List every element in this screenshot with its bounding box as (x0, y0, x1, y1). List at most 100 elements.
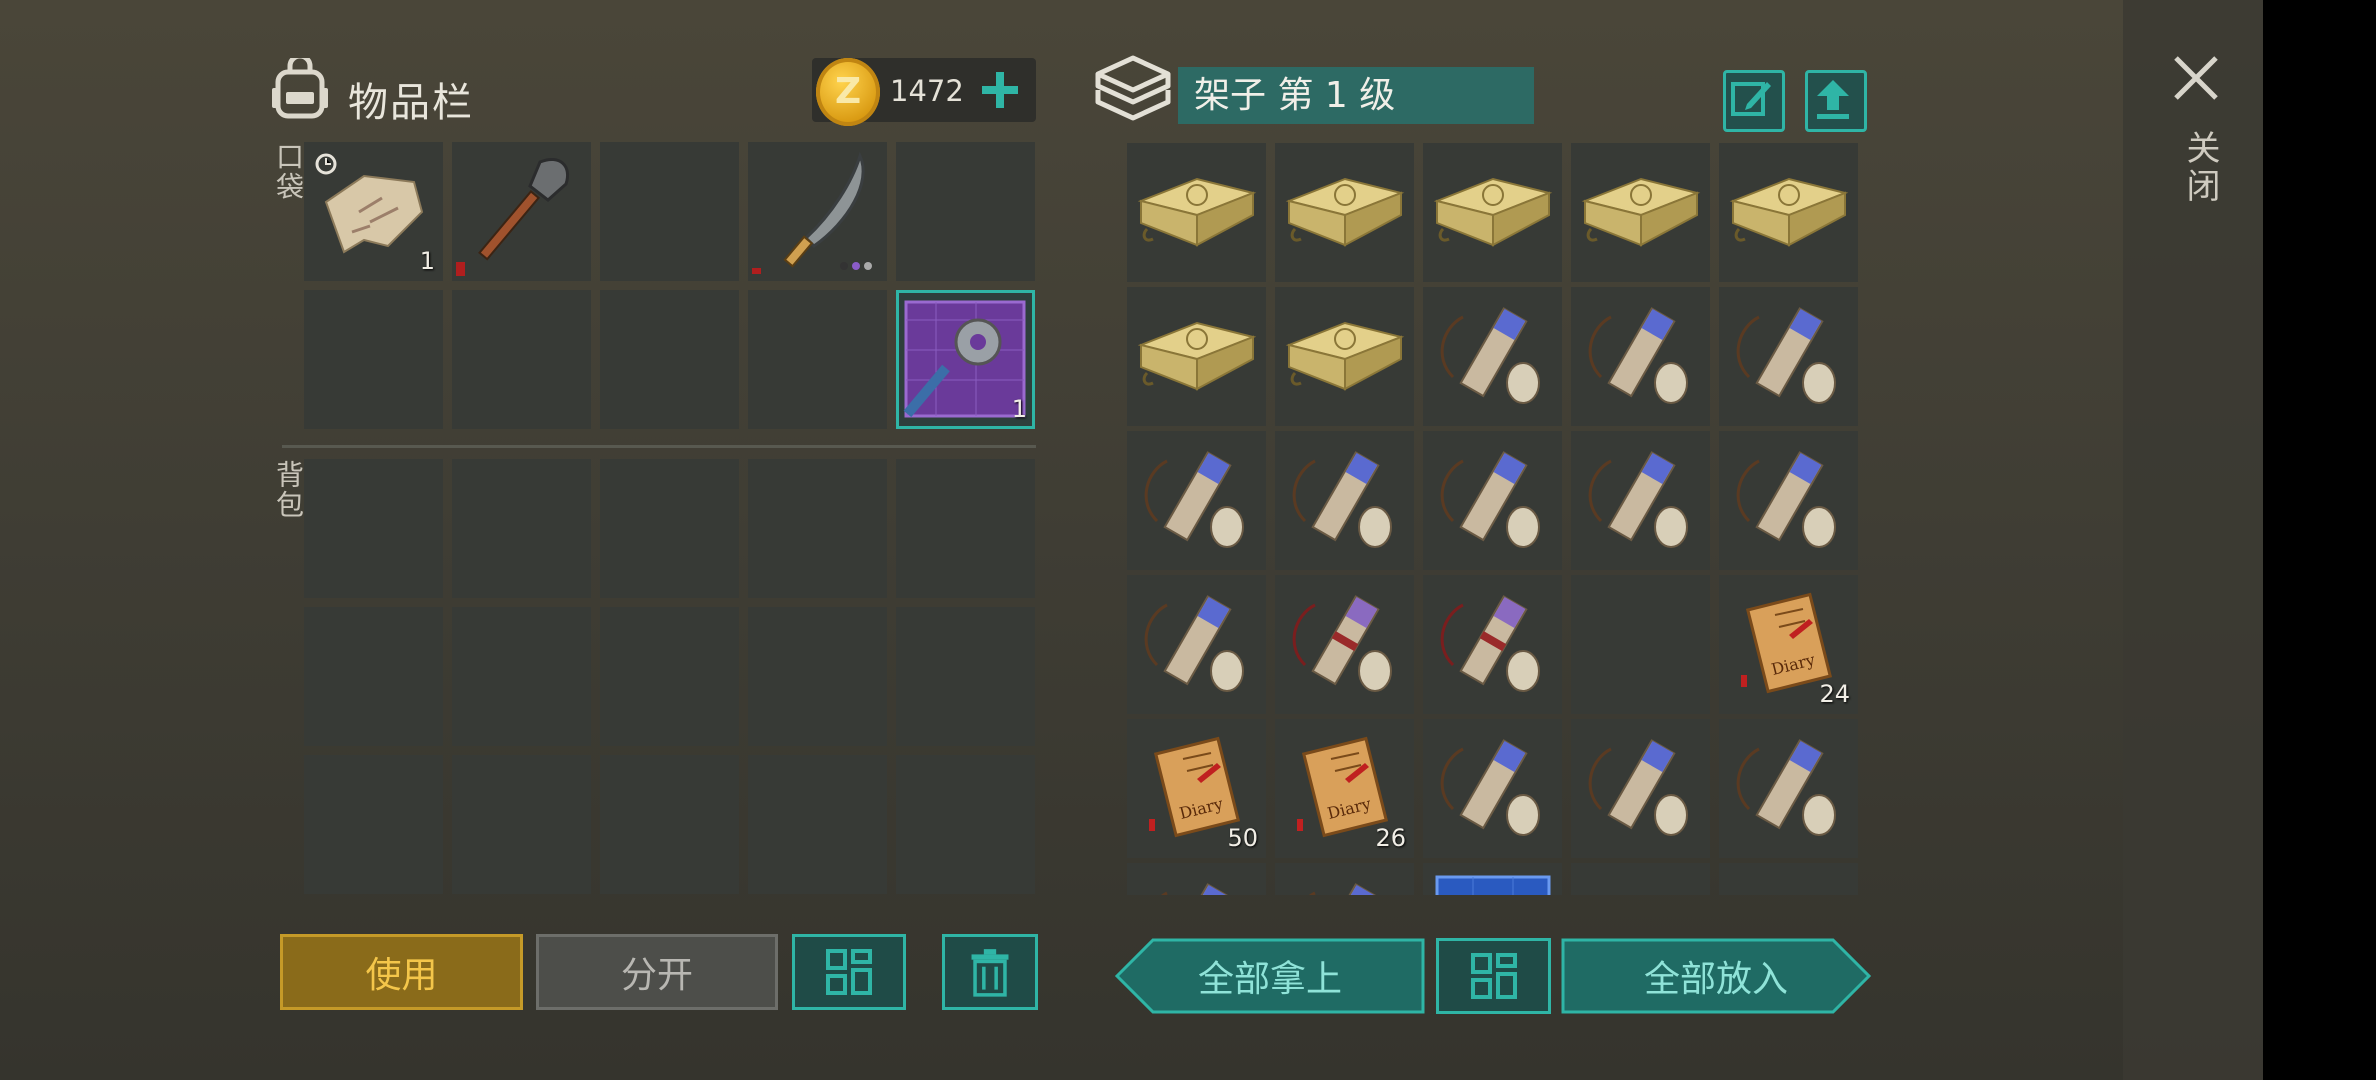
pocket-slot[interactable] (896, 142, 1035, 281)
sort-grid-icon (826, 949, 872, 995)
blue-blueprint-icon (1435, 875, 1551, 895)
pocket-slot[interactable] (452, 142, 591, 281)
shelf-slot[interactable]: Diary 50 (1127, 719, 1266, 858)
shelf-slot[interactable] (1127, 143, 1266, 282)
blue-scroll-icon (1588, 307, 1688, 404)
shelf-slot[interactable] (1423, 575, 1562, 714)
bread-crate-icon (1137, 177, 1257, 247)
shelf-slot[interactable]: Diary 26 (1275, 719, 1414, 858)
blue-scroll-icon (1736, 739, 1836, 836)
bread-crate-icon (1285, 177, 1405, 247)
pocket-slot[interactable] (452, 290, 591, 429)
backpack-slot[interactable] (748, 459, 887, 598)
backpack-slot[interactable] (748, 755, 887, 894)
blue-scroll-icon (1144, 451, 1244, 548)
shelf-slot[interactable] (1127, 863, 1266, 895)
shelf-slot[interactable] (1275, 143, 1414, 282)
shelf-slot[interactable] (1719, 719, 1858, 858)
take-all-label: 全部拿上 (1197, 959, 1342, 1000)
item-count: 50 (1227, 824, 1258, 852)
shelf-grid-viewport[interactable]: Diary 24 Diary 50 Diary 26 (1126, 140, 1861, 895)
shelf-slot[interactable] (1719, 863, 1858, 895)
shelf-slot[interactable] (1275, 575, 1414, 714)
coin-count: 1472 (890, 74, 964, 108)
shelf-slot[interactable] (1423, 431, 1562, 570)
use-button[interactable]: 使用 (280, 934, 523, 1010)
blue-scroll-icon (1160, 883, 1232, 895)
blue-scroll-icon (1736, 307, 1836, 404)
pocket-slot[interactable]: 1 (304, 142, 443, 281)
pocket-slot[interactable] (600, 142, 739, 281)
pocket-slot[interactable] (748, 142, 887, 281)
backpack-icon (272, 58, 328, 119)
backpack-slot[interactable] (304, 607, 443, 746)
backpack-slot[interactable] (748, 607, 887, 746)
blue-scroll-icon (1308, 883, 1380, 895)
shelf-slot[interactable] (1275, 287, 1414, 426)
shelf-slot[interactable] (1719, 431, 1858, 570)
close-label[interactable]: 关闭 (2176, 130, 2225, 206)
put-all-button[interactable]: 全部放入 (1561, 938, 1871, 1014)
backpack-slot[interactable] (452, 755, 591, 894)
shelf-slot[interactable] (1423, 287, 1562, 426)
blue-scroll-icon (1440, 739, 1540, 836)
backpack-slot[interactable] (896, 459, 1035, 598)
backpack-slot[interactable] (452, 607, 591, 746)
backpack-slot[interactable] (896, 755, 1035, 894)
shelf-slot[interactable] (1127, 575, 1266, 714)
backpack-slot[interactable] (600, 755, 739, 894)
blue-scroll-icon (1144, 595, 1244, 692)
shelf-icon (1095, 55, 1171, 121)
shelf-slot[interactable] (1571, 719, 1710, 858)
bread-crate-icon (1137, 321, 1257, 391)
shelf-slot[interactable] (1719, 287, 1858, 426)
shelf-slot[interactable] (1423, 143, 1562, 282)
sort-inventory-button[interactable] (792, 934, 906, 1010)
put-all-label: 全部放入 (1643, 959, 1788, 1000)
trash-icon (971, 949, 1009, 997)
shelf-slot[interactable] (1127, 431, 1266, 570)
item-count: 1 (419, 247, 435, 275)
shelf-slot[interactable] (1423, 863, 1562, 895)
shelf-slot[interactable] (1571, 431, 1710, 570)
shelf-slot[interactable] (1571, 287, 1710, 426)
pocket-slot[interactable] (748, 290, 887, 429)
bread-crate-icon (1581, 177, 1701, 247)
backpack-slot[interactable] (304, 459, 443, 598)
inventory-divider (282, 445, 1036, 448)
pocket-slot[interactable]: 1 (896, 290, 1035, 429)
bread-crate-icon (1285, 321, 1405, 391)
shelf-slot[interactable] (1275, 431, 1414, 570)
shelf-slot[interactable] (1571, 143, 1710, 282)
shelf-slot[interactable] (1127, 287, 1266, 426)
add-coins-button[interactable] (976, 66, 1024, 114)
backpack-slot[interactable] (600, 459, 739, 598)
shelf-slot[interactable] (1571, 575, 1710, 714)
blue-scroll-icon (1588, 739, 1688, 836)
sort-shelf-button[interactable] (1436, 938, 1551, 1014)
backpack-slot[interactable] (304, 755, 443, 894)
backpack-slot[interactable] (896, 607, 1035, 746)
shelf-slot[interactable] (1719, 143, 1858, 282)
trash-button[interactable] (942, 934, 1038, 1010)
shelf-slot[interactable] (1423, 719, 1562, 858)
bread-crate-icon (1433, 177, 1553, 247)
take-all-button[interactable]: 全部拿上 (1115, 938, 1425, 1014)
shelf-title: 架子 第 1 级 (1178, 67, 1534, 124)
inventory-title: 物品栏 (348, 80, 474, 126)
pocket-slot[interactable] (600, 290, 739, 429)
upgrade-button[interactable] (1805, 70, 1867, 132)
blue-scroll-icon (1440, 307, 1540, 404)
shelf-slot[interactable] (1275, 863, 1414, 895)
shelf-slot[interactable]: Diary 24 (1719, 575, 1858, 714)
shelf-slot[interactable] (1571, 863, 1710, 895)
split-button[interactable]: 分开 (536, 934, 778, 1010)
red-scroll-icon (1292, 595, 1392, 692)
red-scroll-icon (1440, 595, 1540, 692)
pocket-slot[interactable] (304, 290, 443, 429)
close-icon[interactable] (2168, 50, 2224, 106)
rename-button[interactable] (1723, 70, 1785, 132)
backpack-slot[interactable] (452, 459, 591, 598)
shovel-icon (456, 158, 569, 276)
backpack-slot[interactable] (600, 607, 739, 746)
